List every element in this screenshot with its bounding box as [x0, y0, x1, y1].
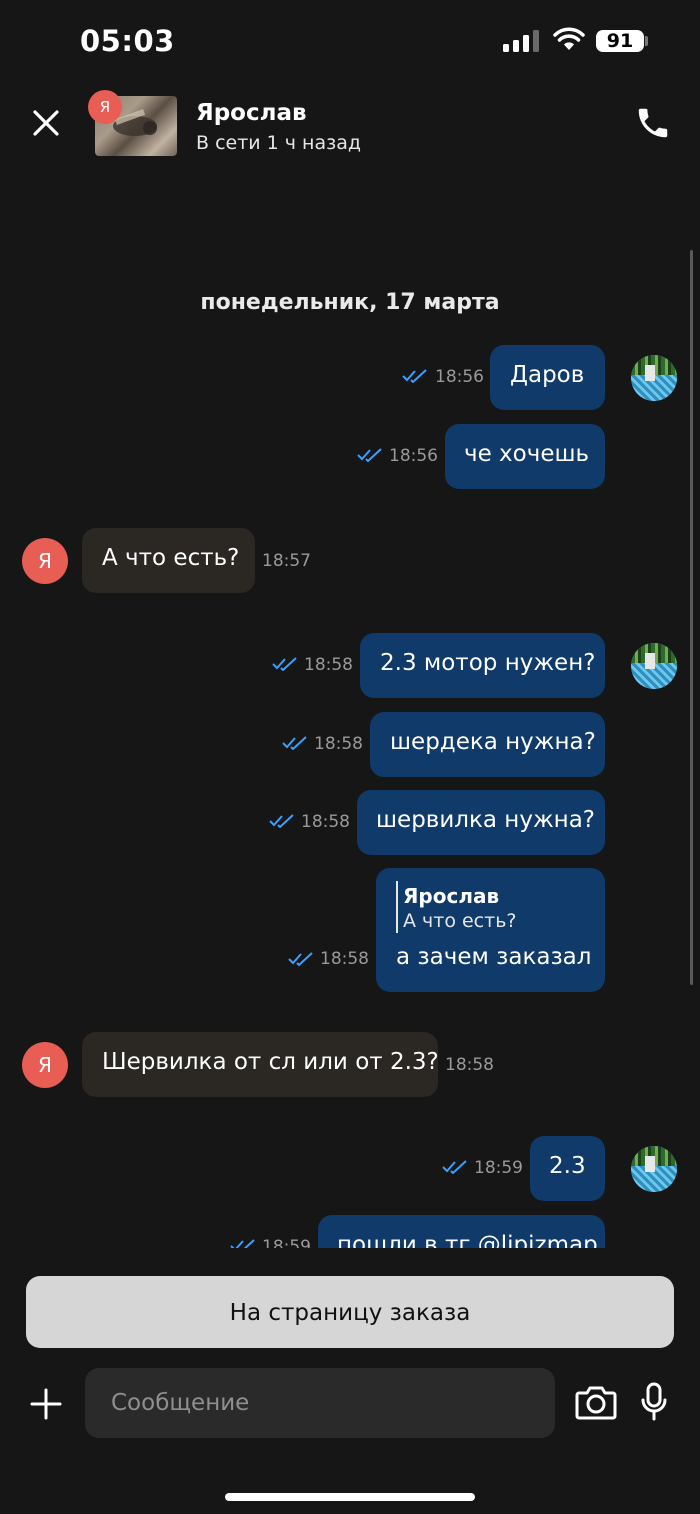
cellular-signal-icon — [503, 30, 539, 52]
message-time: 18:58 — [445, 1055, 494, 1075]
camera-icon[interactable] — [575, 1384, 617, 1420]
reply-author[interactable]: Ярослав — [403, 884, 499, 908]
message-bubble[interactable]: шервилка нужна? — [357, 790, 605, 855]
date-separator: понедельник, 17 марта — [200, 290, 500, 315]
message-row-outgoing: 18:58 Ярослав А что есть? а зачем заказа… — [0, 868, 700, 992]
message-row-outgoing: 18:56 че хочешь — [0, 424, 700, 490]
message-bubble[interactable]: че хочешь — [445, 424, 605, 489]
message-row-incoming: Я А что есть? 18:57 — [0, 528, 700, 594]
message-time: 18:57 — [262, 551, 311, 571]
my-avatar — [631, 643, 677, 689]
contact-name[interactable]: Ярослав — [196, 100, 307, 126]
message-row-outgoing: 18:59 2.3 — [0, 1136, 700, 1202]
reply-text[interactable]: А что есть? — [403, 910, 516, 932]
my-avatar — [631, 355, 677, 401]
read-checkmarks-icon — [442, 1160, 467, 1174]
read-checkmarks-icon — [269, 814, 294, 828]
message-text: 2.3 — [549, 1153, 586, 1179]
message-time: 18:56 — [389, 446, 438, 466]
contact-avatar-badge: Я — [88, 90, 122, 124]
read-checkmarks-icon — [357, 448, 382, 462]
contact-avatar: Я — [22, 538, 68, 584]
message-bubble[interactable]: 2.3 мотор нужен? — [360, 633, 605, 698]
message-row-incoming: Я Шервилка от сл или от 2.3? 18:58 — [0, 1032, 700, 1098]
message-bubble[interactable]: Даров — [490, 345, 605, 410]
read-checkmarks-icon — [288, 952, 313, 966]
contact-avatar: Я — [22, 1042, 68, 1088]
message-bubble[interactable]: Ярослав А что есть? а зачем заказал — [376, 868, 605, 992]
message-time: 18:58 — [320, 949, 369, 969]
message-text: А что есть? — [102, 545, 240, 571]
read-checkmarks-icon — [402, 369, 427, 383]
message-text: а зачем заказал — [396, 944, 592, 970]
message-bubble[interactable]: А что есть? — [82, 528, 255, 593]
message-row-outgoing: 18:58 шервилка нужна? — [0, 790, 700, 856]
message-row-outgoing: 18:56 Даров — [0, 345, 700, 411]
microphone-icon[interactable] — [640, 1382, 668, 1422]
message-time: 18:56 — [435, 367, 484, 387]
read-checkmarks-icon — [272, 657, 297, 671]
home-indicator[interactable] — [225, 1493, 475, 1501]
message-bubble[interactable]: 2.3 — [530, 1136, 605, 1201]
status-time: 05:03 — [80, 24, 175, 58]
message-time: 18:58 — [314, 734, 363, 754]
message-input[interactable] — [85, 1368, 555, 1438]
message-time: 18:58 — [301, 812, 350, 832]
message-bubble[interactable]: Шервилка от сл или от 2.3? — [82, 1032, 439, 1097]
message-text: Даров — [510, 362, 585, 388]
message-text: шервилка нужна? — [376, 807, 596, 833]
my-avatar — [631, 1146, 677, 1192]
message-text: Шервилка от сл или от 2.3? — [102, 1049, 439, 1075]
message-text: 2.3 мотор нужен? — [380, 650, 596, 676]
wifi-icon — [553, 27, 585, 50]
close-icon[interactable] — [30, 107, 62, 139]
message-row-outgoing: 18:58 2.3 мотор нужен? — [0, 633, 700, 699]
reply-quote-bar — [396, 881, 398, 933]
message-text: че хочешь — [464, 441, 590, 467]
message-text: шердека нужна? — [390, 729, 596, 755]
phone-icon[interactable] — [634, 104, 672, 142]
message-time: 18:59 — [474, 1158, 523, 1178]
battery-tip — [645, 36, 648, 46]
battery-indicator: 91 — [596, 30, 644, 52]
order-page-button[interactable]: На страницу заказа — [26, 1276, 674, 1348]
plus-icon[interactable] — [30, 1388, 62, 1420]
read-checkmarks-icon — [282, 736, 307, 750]
message-row-outgoing: 18:58 шердека нужна? — [0, 712, 700, 778]
message-time: 18:58 — [304, 655, 353, 675]
message-bubble[interactable]: шердека нужна? — [370, 712, 605, 777]
contact-status: В сети 1 ч назад — [196, 132, 362, 154]
